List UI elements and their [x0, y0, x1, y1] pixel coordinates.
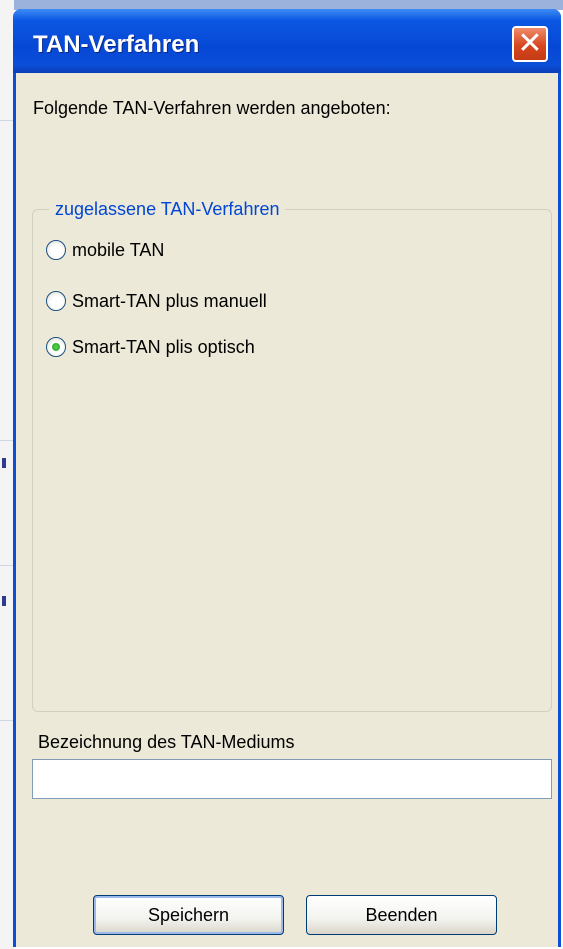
close-button[interactable]: ✕: [512, 26, 548, 62]
background-marker: [2, 458, 6, 468]
radio-button[interactable]: [46, 240, 66, 260]
radio-option-smart-tan-manual[interactable]: Smart-TAN plus manuell: [46, 288, 267, 314]
radio-label: Smart-TAN plus manuell: [72, 290, 267, 311]
group-legend: zugelassene TAN-Verfahren: [49, 199, 286, 220]
background-divider: [0, 720, 14, 721]
close-icon: ✕: [517, 27, 543, 60]
radio-option-smart-tan-optical[interactable]: Smart-TAN plis optisch: [46, 334, 255, 360]
radio-button[interactable]: [46, 291, 66, 311]
radio-label: mobile TAN: [72, 239, 165, 260]
close-dialog-button[interactable]: Beenden: [306, 895, 497, 935]
radio-label: Smart-TAN plis optisch: [72, 336, 255, 357]
tan-medium-label: Bezeichnung des TAN-Mediums: [38, 732, 295, 752]
radio-button-selected[interactable]: [46, 337, 66, 357]
save-button[interactable]: Speichern: [93, 895, 284, 935]
radio-option-mobile-tan[interactable]: mobile TAN: [46, 237, 164, 263]
background-divider: [0, 120, 14, 121]
intro-text: Folgende TAN-Verfahren werden angeboten:: [33, 98, 391, 118]
dialog-body: Folgende TAN-Verfahren werden angeboten:…: [16, 73, 558, 947]
title-bar[interactable]: TAN-Verfahren ✕: [13, 9, 561, 73]
background-divider: [0, 440, 14, 441]
background-window-edge: [0, 0, 14, 949]
tan-medium-input[interactable]: [32, 759, 552, 799]
tan-method-group: zugelassene TAN-Verfahren mobile TAN Sma…: [32, 199, 552, 712]
background-divider: [0, 565, 14, 566]
dialog-title: TAN-Verfahren: [33, 31, 200, 58]
background-marker: [2, 596, 6, 606]
tan-dialog: TAN-Verfahren ✕ Folgende TAN-Verfahren w…: [13, 9, 561, 947]
